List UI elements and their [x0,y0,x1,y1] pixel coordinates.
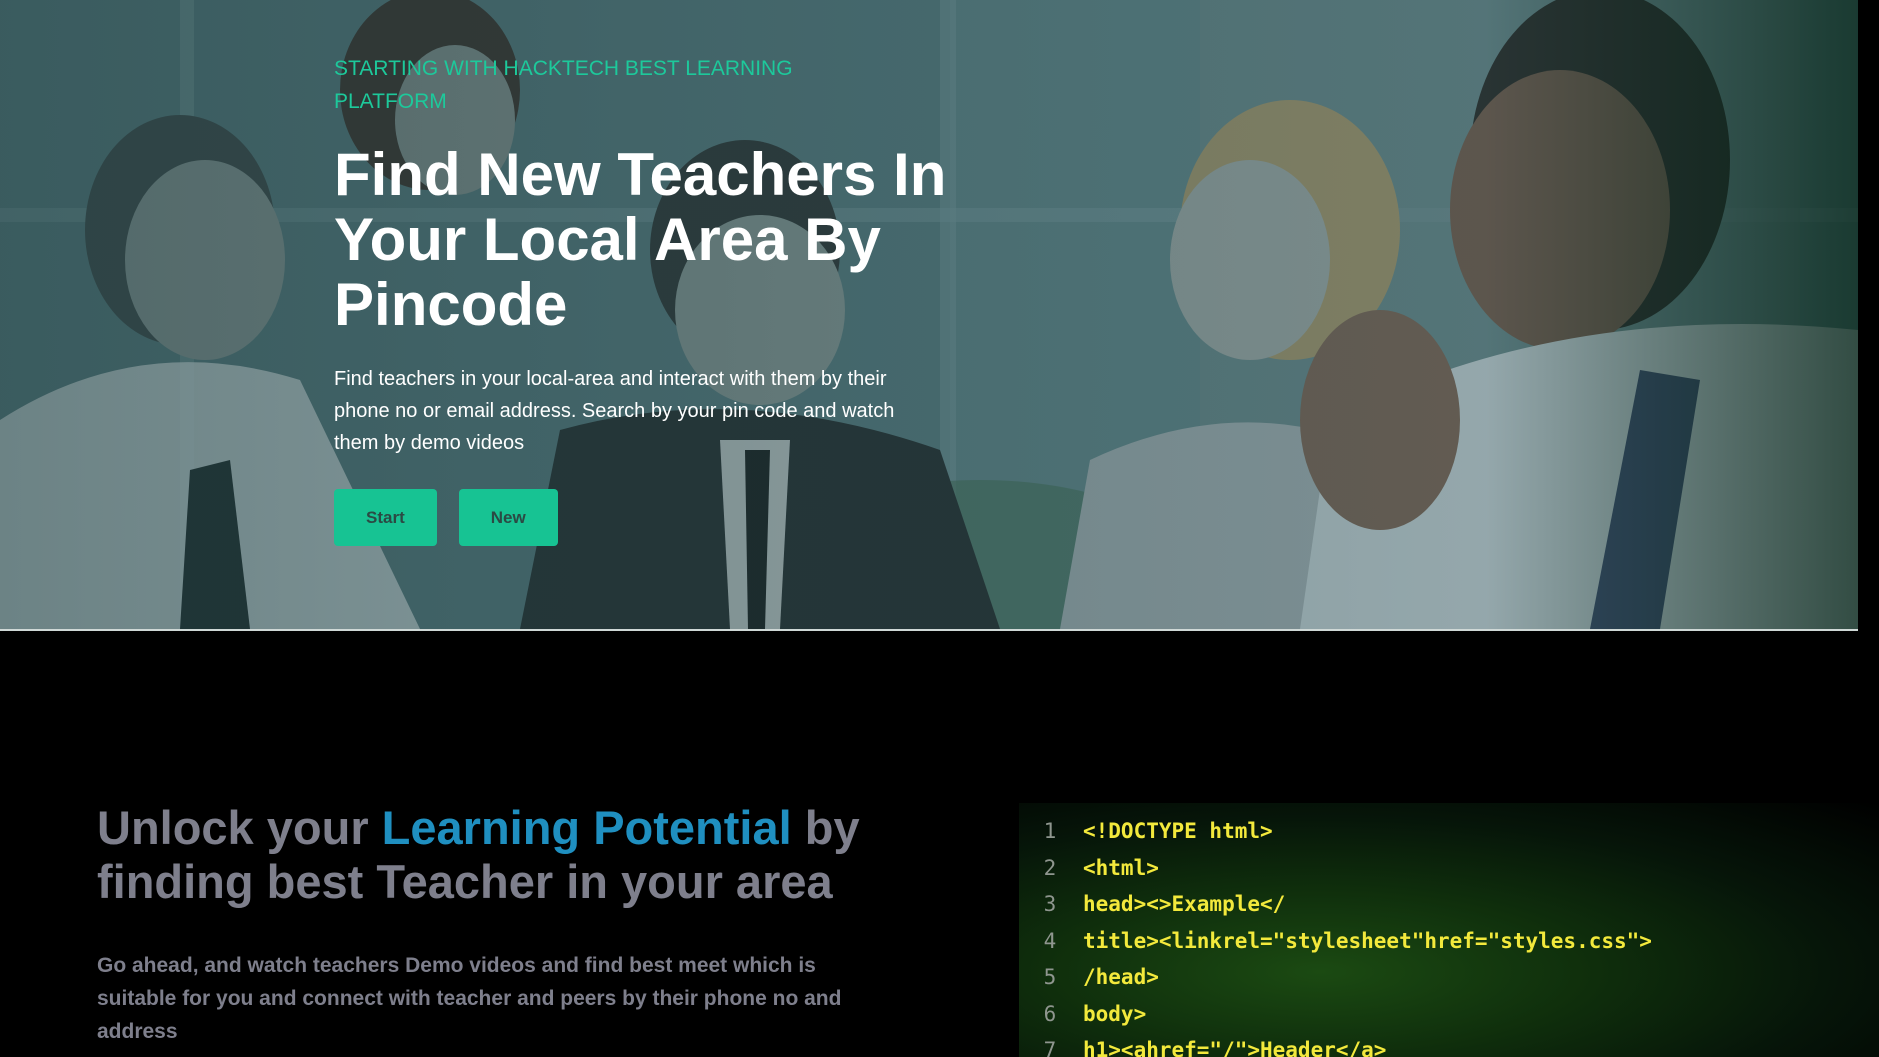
code-text: /head> [1083,965,1159,990]
code-line: 6 body> [1019,996,1879,1033]
code-line: 3 head><>Example</ [1019,886,1879,923]
line-number: 4 [1043,928,1057,953]
hero-title: Find New Teachers In Your Local Area By … [334,141,947,338]
section2-description: Go ahead, and watch teachers Demo videos… [97,954,842,1043]
learning-potential-section: Unlock your Learning Potential by findin… [0,631,1879,1057]
code-text: head><>Example</ [1083,892,1286,917]
hero-eyebrow: STARTING WITH HACKTECH BEST LEARNING PLA… [334,57,793,113]
code-line: 7 h1><ahref="/">Header</a> [1019,1032,1879,1057]
line-number: 2 [1043,855,1057,880]
landing-page: STARTING WITH HACKTECH BEST LEARNING PLA… [0,0,1879,1057]
section2-text: Unlock your Learning Potential by findin… [97,801,917,1048]
code-line: 5/head> [1019,959,1879,996]
line-number: 5 [1043,965,1057,990]
heading-accent: Learning Potential [381,801,792,854]
code-line: 2 <html> [1019,850,1879,887]
code-line: 4 title><linkrel="stylesheet"href="styles… [1019,923,1879,960]
hero-section: STARTING WITH HACKTECH BEST LEARNING PLA… [0,0,1858,631]
line-number: 6 [1043,1001,1057,1026]
start-button[interactable]: Start [334,489,437,546]
line-number: 7 [1043,1038,1057,1057]
code-text: <!DOCTYPE html> [1083,819,1273,844]
heading-part-pre: Unlock your [97,801,382,854]
line-number: 1 [1043,819,1057,844]
code-lines: 1 <!DOCTYPE html> 2 <html> 3 head><>Example</… [1019,803,1879,1057]
code-text: <html> [1083,855,1159,880]
code-text: body> [1083,1001,1147,1026]
code-text: title><linkrel="stylesheet"href="styles.… [1083,928,1652,953]
hero-button-group: Start New [334,489,954,546]
code-line: 1 <!DOCTYPE html> [1019,813,1879,850]
section2-heading: Unlock your Learning Potential by findin… [97,801,917,909]
line-number: 3 [1043,892,1057,917]
code-editor-panel: 1 <!DOCTYPE html> 2 <html> 3 head><>Example</… [1019,803,1879,1057]
code-text: h1><ahref="/">Header</a> [1083,1038,1387,1057]
hero-right-edge [1858,0,1879,631]
new-button[interactable]: New [458,489,558,546]
hero-content: STARTING WITH HACKTECH BEST LEARNING PLA… [334,52,954,546]
hero-description: Find teachers in your local-area and int… [334,368,895,454]
